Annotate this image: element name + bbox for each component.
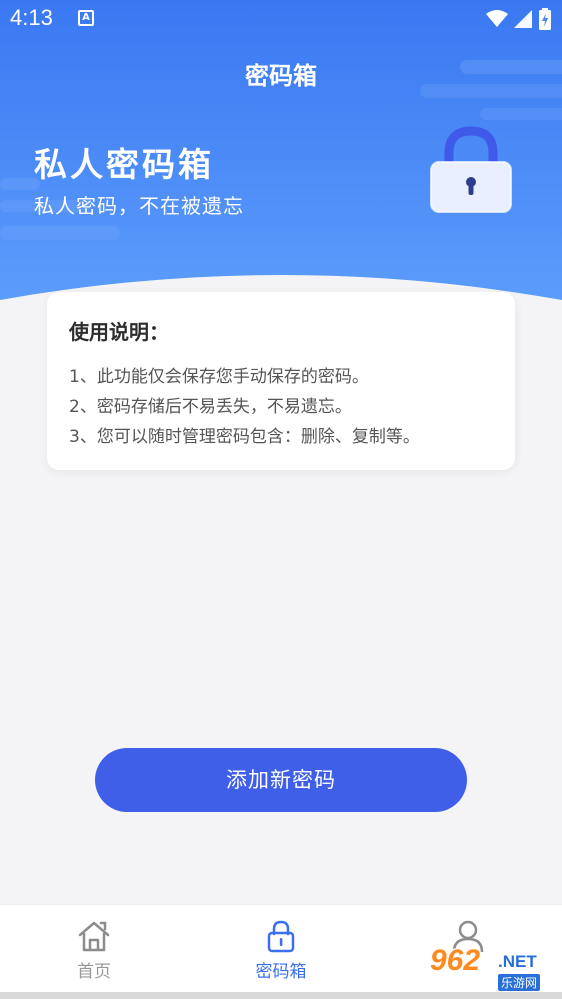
signal-icon [514, 10, 532, 28]
instructions-line: 3、您可以随时管理密码包含：删除、复制等。 [69, 427, 420, 447]
notification-icon: A [78, 10, 94, 26]
status-icons [486, 8, 552, 30]
watermark-caption: 乐游网 [498, 974, 541, 991]
hero-banner: 4:13 A 密码箱 私人密码箱 私人密码，不在被遗忘 [0, 0, 562, 330]
status-bar: 4:13 A [0, 0, 562, 38]
nav-item-vault[interactable]: 密码箱 [221, 919, 341, 982]
wifi-icon [486, 10, 508, 27]
instructions-line: 2、密码存储后不易丢失，不易遗忘。 [69, 397, 352, 417]
add-password-button[interactable]: 添加新密码 [95, 748, 467, 812]
nav-label-home: 首页 [77, 962, 111, 982]
battery-charging-icon [539, 8, 551, 30]
watermark-brand: 962 [430, 944, 481, 977]
instructions-list: 1、此功能仅会保存您手动保存的密码。 2、密码存储后不易丢失，不易遗忘。 3、您… [69, 362, 420, 452]
nav-label-vault: 密码箱 [255, 962, 307, 982]
lock-icon [267, 920, 295, 953]
page-title: 密码箱 [245, 62, 317, 90]
hero-subtitle: 私人密码，不在被遗忘 [34, 194, 244, 218]
hero-title: 私人密码箱 [34, 145, 214, 184]
watermark-logo: 962 .NET 乐游网 [424, 944, 558, 996]
watermark-suffix: .NET [498, 952, 537, 971]
status-time: 4:13 [10, 5, 53, 30]
home-icon [78, 921, 110, 952]
instructions-card: 使用说明： 1、此功能仅会保存您手动保存的密码。 2、密码存储后不易丢失，不易遗… [47, 292, 515, 470]
lock-icon [430, 126, 512, 213]
instructions-line: 1、此功能仅会保存您手动保存的密码。 [69, 367, 369, 387]
nav-item-home[interactable]: 首页 [34, 919, 154, 982]
instructions-title: 使用说明： [69, 320, 169, 344]
